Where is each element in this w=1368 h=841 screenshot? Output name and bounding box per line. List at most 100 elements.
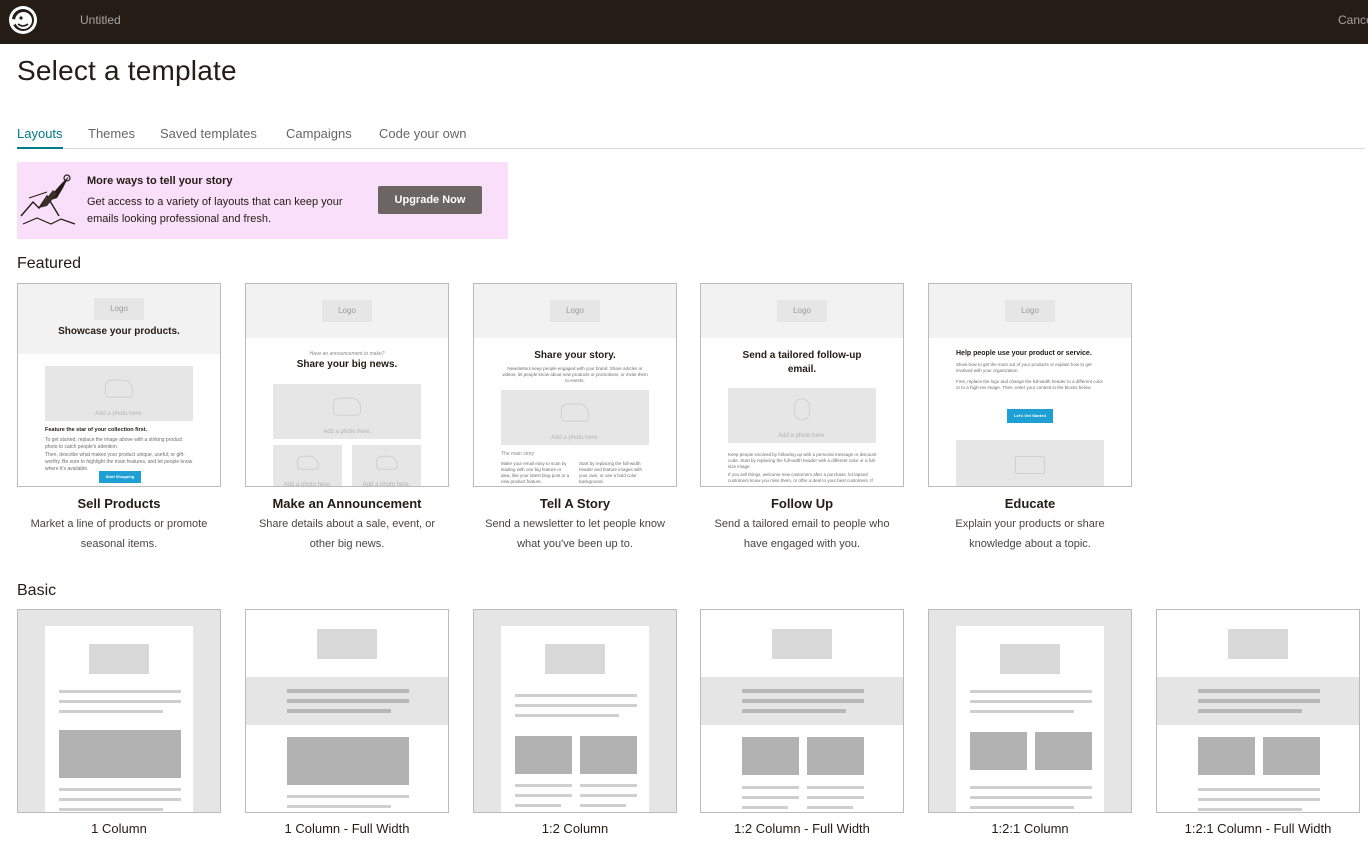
top-bar: Untitled Cancel: [0, 0, 1368, 44]
tab-saved-templates[interactable]: Saved templates: [160, 126, 257, 147]
template-thumbnail[interactable]: Logo Showcase your products. Add a photo…: [17, 283, 221, 487]
photo-placeholder-text: Add a photo here.: [362, 482, 411, 487]
thumb-text-line: [807, 806, 853, 809]
template-thumbnail[interactable]: [17, 609, 221, 813]
shoe-icon: [375, 455, 398, 470]
thumb-text-line: [970, 710, 1074, 713]
thumb-text-line: [59, 788, 181, 791]
tab-themes[interactable]: Themes: [88, 126, 135, 147]
thumb-text-line: [807, 796, 864, 799]
shirt-icon: [561, 403, 589, 422]
thumb-text-line: [515, 714, 619, 717]
thumb-text-line: [1198, 709, 1302, 713]
thumb-image-block: [1263, 737, 1320, 775]
thumb-text-line: [742, 699, 864, 703]
thumb-column-text: Start by replacing the full-width header…: [579, 461, 643, 484]
thumb-logo-block: [317, 629, 377, 659]
upgrade-now-button[interactable]: Upgrade Now: [378, 186, 482, 214]
thumb-image-block: [515, 736, 572, 774]
template-card-1-2-1-column[interactable]: 1:2:1 Column: [928, 609, 1132, 836]
shoe-icon: [105, 379, 133, 398]
featured-section-title: Featured: [17, 255, 82, 272]
thumb-text-line: [807, 786, 864, 789]
thumb-photo-placeholder: Add a photo here.: [273, 384, 421, 439]
thumb-column-text: Make your email easy to scan by leading …: [501, 461, 570, 484]
thumb-logo: Logo: [1005, 300, 1055, 322]
template-card-1-2-column[interactable]: 1:2 Column: [473, 609, 677, 836]
document-title[interactable]: Untitled: [80, 13, 121, 27]
template-card-title: Follow Up: [770, 496, 834, 511]
thumb-text-line: [580, 804, 626, 807]
tab-layouts[interactable]: Layouts: [17, 126, 63, 149]
banner-title: More ways to tell your story: [87, 175, 233, 187]
template-thumbnail[interactable]: Logo Share your story. Newsletters keep …: [473, 283, 677, 487]
thumb-logo: Logo: [94, 298, 144, 320]
template-card-title: 1:2 Column - Full Width: [734, 821, 870, 836]
template-card-description: Send a newsletter to let people know wha…: [485, 518, 665, 550]
thumb-image-block: [287, 737, 409, 785]
template-card-title: 1:2 Column: [541, 821, 609, 836]
thumb-image-block: [807, 737, 864, 775]
thumb-headline: Showcase your products.: [58, 326, 180, 337]
template-card-1-column-full-width[interactable]: 1 Column - Full Width: [245, 609, 449, 836]
cancel-link[interactable]: Cancel: [1338, 13, 1368, 27]
thumb-text-line: [287, 805, 391, 808]
template-card-description: Share details about a sale, event, or ot…: [258, 518, 436, 550]
template-thumbnail[interactable]: [700, 609, 904, 813]
template-thumbnail[interactable]: [473, 609, 677, 813]
template-card-sell-products[interactable]: Logo Showcase your products. Add a photo…: [17, 283, 221, 554]
upgrade-banner: More ways to tell your story Get access …: [17, 162, 508, 239]
thumb-text-line: [59, 808, 163, 811]
thumb-body: Then, describe what makes your product u…: [45, 452, 193, 472]
page-title: Select a template: [17, 55, 237, 86]
template-card-follow-up[interactable]: Logo Send a tailored follow-up email. Ad…: [700, 283, 904, 554]
thumb-image-block: [580, 736, 637, 774]
thumb-photo-placeholder: [956, 440, 1104, 486]
basic-section-title: Basic: [17, 582, 57, 599]
template-card-title: Tell A Story: [539, 496, 611, 511]
thumb-text-line: [1198, 798, 1320, 801]
thumb-text-line: [970, 786, 1092, 789]
thumb-body: To get started, replace the image above …: [45, 437, 183, 450]
template-thumbnail[interactable]: Logo Help people use your product or ser…: [928, 283, 1132, 487]
thumb-text-line: [742, 796, 799, 799]
thumb-cta-button: Let's Get Started: [1007, 409, 1053, 423]
thumb-kicker: The main story: [501, 451, 535, 457]
photo-placeholder-text: Add a photo here.: [283, 482, 332, 487]
thumb-text-line: [515, 784, 572, 787]
thumb-text-line: [59, 700, 181, 703]
photo-placeholder-text: Add a photo here.: [323, 429, 371, 435]
template-thumbnail[interactable]: [245, 609, 449, 813]
tab-campaigns[interactable]: Campaigns: [286, 126, 352, 147]
photo-placeholder-text: Add a photo here.: [551, 435, 599, 441]
template-card-1-column[interactable]: 1 Column: [17, 609, 221, 836]
thumb-text-line: [742, 806, 788, 809]
template-thumbnail[interactable]: Logo Have an announcement to make? Share…: [245, 283, 449, 487]
thumb-text-line: [515, 704, 637, 707]
banner-body: Get access to a variety of layouts that …: [87, 196, 343, 225]
thumb-headline: Send a tailored follow-up email.: [742, 350, 862, 375]
thumb-text-line: [59, 798, 181, 801]
template-card-tell-a-story[interactable]: Logo Share your story. Newsletters keep …: [473, 283, 677, 554]
thumb-body: First, replace the logo and change the f…: [956, 379, 1104, 390]
thumb-subhead: Feature the star of your collection firs…: [45, 427, 148, 433]
thumb-text-line: [1198, 699, 1320, 703]
template-thumbnail[interactable]: Logo Send a tailored follow-up email. Ad…: [700, 283, 904, 487]
template-card-1-2-1-column-full-width[interactable]: 1:2:1 Column - Full Width: [1156, 609, 1360, 836]
thumb-text-line: [287, 709, 391, 713]
template-card-title: Make an Announcement: [272, 496, 422, 511]
template-thumbnail[interactable]: [1156, 609, 1360, 813]
template-card-1-2-column-full-width[interactable]: 1:2 Column - Full Width: [700, 609, 904, 836]
thumb-logo-block: [89, 644, 149, 674]
thumb-logo-block: [1000, 644, 1060, 674]
tab-code-your-own[interactable]: Code your own: [379, 126, 466, 147]
thumb-logo-block: [545, 644, 605, 674]
thumb-text-line: [742, 786, 799, 789]
template-thumbnail[interactable]: [928, 609, 1132, 813]
thumb-text-line: [742, 709, 846, 713]
mailchimp-logo-icon[interactable]: [7, 4, 39, 36]
template-card-make-an-announcement[interactable]: Logo Have an announcement to make? Share…: [245, 283, 449, 554]
template-card-educate[interactable]: Logo Help people use your product or ser…: [928, 283, 1132, 554]
thumb-logo: Logo: [777, 300, 827, 322]
template-card-description: Send a tailored email to people who have…: [714, 518, 890, 550]
